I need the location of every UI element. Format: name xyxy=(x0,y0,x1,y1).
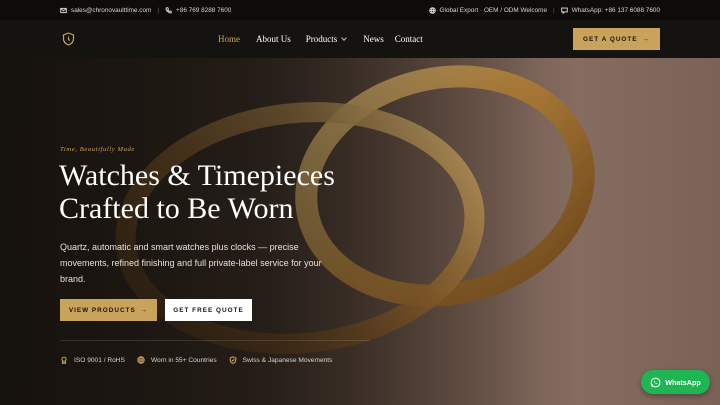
contact-group: sales@chronovaulttime.com | +86 769 8288… xyxy=(60,7,231,14)
nav-item-about-us[interactable]: About Us xyxy=(256,34,291,44)
nav-item-products-label: Products xyxy=(305,34,338,44)
nav-menu: Home About Us Products News Contact xyxy=(218,20,423,58)
export-group: Global Export · OEM / ODM Welcome | What… xyxy=(428,6,660,14)
phone-link[interactable]: +86 769 8288 7600 xyxy=(176,7,231,14)
hero-eyebrow: Time, Beautifully Made xyxy=(60,146,135,153)
headline-line-2: Crafted to Be Worn xyxy=(59,192,294,225)
hero-overlay xyxy=(0,58,720,405)
brand-logo[interactable] xyxy=(60,31,76,47)
get-free-quote-button[interactable]: GET FREE QUOTE xyxy=(165,299,252,321)
badge-countries: Worn in 55+ Countries xyxy=(137,356,217,364)
hero-section xyxy=(0,58,720,405)
award-icon xyxy=(61,356,67,364)
view-products-button[interactable]: VIEW PRODUCTS → xyxy=(60,299,157,321)
whatsapp-label: WhatsApp xyxy=(665,377,701,387)
badge-iso: ISO 9001 / RoHS xyxy=(60,356,125,364)
view-products-label: VIEW PRODUCTS xyxy=(68,306,136,314)
hero-divider xyxy=(60,340,370,341)
globe-icon xyxy=(137,356,145,364)
badge-movements-label: Swiss & Japanese Movements xyxy=(242,356,333,364)
whatsapp-number[interactable]: WhatsApp: +86 137 6088 7600 xyxy=(572,7,660,14)
hero-headline: Watches & Timepieces Crafted to Be Worn xyxy=(59,159,335,225)
separator: | xyxy=(157,6,160,14)
phone-icon xyxy=(165,6,172,14)
nav-item-contact[interactable]: Contact xyxy=(395,34,423,44)
badge-iso-label: ISO 9001 / RoHS xyxy=(74,356,125,364)
hero-subtext: Quartz, automatic and smart watches plus… xyxy=(60,242,322,284)
nav-item-home[interactable]: Home xyxy=(218,34,240,44)
arrow-right-icon: → xyxy=(140,306,149,314)
whatsapp-float-button[interactable]: WhatsApp xyxy=(641,370,710,394)
get-free-quote-label: GET FREE QUOTE xyxy=(173,306,244,314)
get-a-quote-label: GET A QUOTE xyxy=(583,35,638,43)
email-link[interactable]: sales@chronovaulttime.com xyxy=(71,7,151,14)
mail-icon xyxy=(60,7,67,14)
export-tagline: Global Export · OEM / ODM Welcome xyxy=(439,6,548,14)
nav-item-news[interactable]: News xyxy=(363,34,384,44)
shield-check-icon xyxy=(229,356,236,364)
arrow-right-icon: → xyxy=(642,35,650,43)
separator: | xyxy=(553,6,555,14)
globe-icon xyxy=(428,6,436,14)
nav-item-products[interactable]: Products xyxy=(305,34,348,44)
trust-badges: ISO 9001 / RoHS Worn in 55+ Countries Sw… xyxy=(60,354,344,366)
whatsapp-icon xyxy=(650,377,661,387)
chat-icon xyxy=(560,7,568,14)
chevron-down-icon xyxy=(341,34,348,41)
badge-countries-label: Worn in 55+ Countries xyxy=(150,356,217,364)
top-utility-bar: sales@chronovaulttime.com | +86 769 8288… xyxy=(0,0,720,20)
get-a-quote-button[interactable]: GET A QUOTE → xyxy=(573,28,660,50)
shield-logo-icon xyxy=(62,32,74,46)
headline-line-1: Watches & Timepieces xyxy=(59,159,335,192)
badge-movements: Swiss & Japanese Movements xyxy=(229,356,333,364)
